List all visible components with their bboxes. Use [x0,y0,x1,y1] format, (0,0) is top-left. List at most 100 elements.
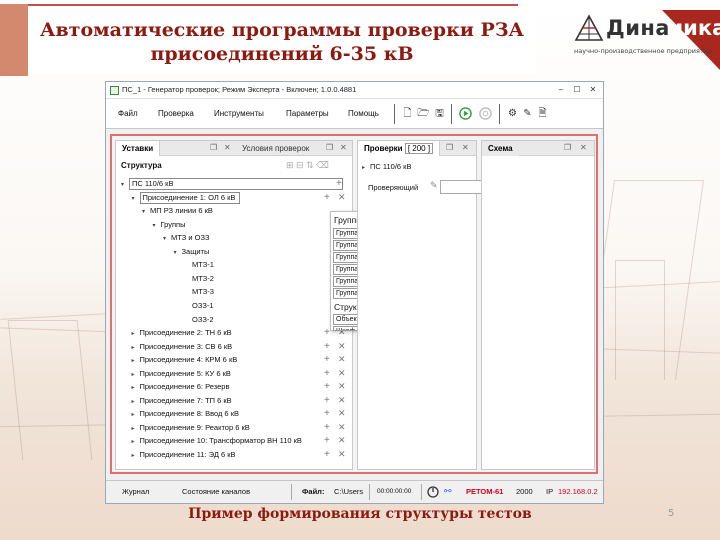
save-icon[interactable]: 🖫 [433,107,446,120]
tree-node[interactable]: ▸ Присоединение 9: Реактор 6 кВ [132,421,250,434]
tree-node-label: Присоединение 5: КУ 6 кВ [139,368,231,378]
new-file-icon[interactable]: 🗋 [401,107,414,120]
expand-arrow-icon[interactable]: ▾ [121,179,129,192]
tree-node[interactable]: ▾ МП РЗ линии 6 кВ [142,204,213,217]
add-node-icon[interactable]: + [324,367,330,380]
remove-node-icon[interactable]: ✕ [338,421,346,434]
edit-icon[interactable]: ✎ [521,107,534,120]
menu-parameters[interactable]: Параметры [286,109,329,118]
tree-node[interactable]: ▸ Присоединение 2: ТН 6 кВ [132,326,232,339]
tree-node[interactable]: ▾ МТЗ и ОЗЗ [163,231,210,244]
status-separator [291,484,292,500]
close-button[interactable]: ✕ [586,84,600,96]
tree-node[interactable]: МТЗ-3 [184,285,214,298]
tree-node-label: Присоединение 4: КРМ 6 кВ [139,355,238,365]
tree-node-label: Присоединение 3: СВ 6 кВ [139,341,233,351]
add-node-icon[interactable]: + [336,177,342,190]
tree-node[interactable]: МТЗ-2 [184,272,214,285]
tab-schema[interactable]: Схема [482,141,519,156]
expand-arrow-icon[interactable]: ▾ [142,206,150,219]
tree-node[interactable]: ОЗЗ-2 [184,313,214,326]
remove-node-icon[interactable]: ✕ [338,367,346,380]
menu-tools[interactable]: Инструменты [214,109,264,118]
menu-help[interactable]: Помощь [348,109,379,118]
tree-node[interactable]: ▾ Присоединение 1: ОЛ 6 кВ [132,191,240,204]
float-pane-icon[interactable]: ❐ [564,143,571,152]
app-window: ПС_1 - Генератор проверок; Режим Эксперт… [105,81,604,504]
close-tab-icon[interactable]: ✕ [340,143,347,152]
expand-arrow-icon[interactable]: ▾ [163,233,171,246]
tree-node[interactable]: ▸ Присоединение 5: КУ 6 кВ [132,367,231,380]
remove-node-icon[interactable]: ✕ [338,340,346,353]
remove-node-icon[interactable]: ✕ [338,353,346,366]
float-pane-icon[interactable]: ❐ [446,143,453,152]
tree-node-label: ОЗЗ-1 [192,300,214,310]
remove-node-icon[interactable]: ✕ [338,407,346,420]
remove-node-icon[interactable]: ✕ [338,191,346,204]
add-node-icon[interactable]: + [324,340,330,353]
close-tab-icon[interactable]: ✕ [462,143,469,152]
power-pylon-decoration [615,260,665,380]
power-icon[interactable] [427,486,439,498]
run-icon[interactable] [459,107,472,120]
checker-label: Проверяющий [368,183,419,192]
minimize-button[interactable]: – [554,84,568,96]
add-node-icon[interactable]: + [324,394,330,407]
channels-status-button[interactable]: Состояние каналов [182,487,250,496]
tree-node-label: Присоединение 6: Резерв [139,382,230,392]
tree-node-label: Присоединение 1: ОЛ 6 кВ [139,191,240,204]
expand-arrow-icon[interactable]: ▾ [132,193,140,206]
tree-node[interactable]: ▸ Присоединение 3: СВ 6 кВ [132,340,233,353]
tree-node-label: ПС 110/6 кВ [129,178,343,190]
close-tab-icon[interactable]: ✕ [580,143,587,152]
tree-node[interactable]: ▾ Группы [153,218,186,231]
tree-node[interactable]: ▸ Присоединение 8: Ввод 6 кВ [132,407,239,420]
open-folder-icon[interactable]: 🗁 [417,107,430,120]
checks-root[interactable]: ▸ ПС 110/6 кВ [362,160,411,173]
add-node-icon[interactable]: + [324,421,330,434]
remove-node-icon[interactable]: ✕ [338,448,346,461]
add-node-icon[interactable]: + [324,326,330,339]
stop-icon[interactable] [479,107,492,120]
expand-arrow-icon[interactable]: ▾ [174,247,182,260]
tree-node[interactable]: ▾ Защиты [174,245,210,258]
tree-node[interactable]: ОЗЗ-1 [184,299,214,312]
tree-node[interactable]: ▸ Присоединение 11: ЭД 6 кВ [132,448,236,461]
expand-arrow-icon[interactable]: ▾ [153,220,161,233]
add-node-icon[interactable]: + [324,380,330,393]
tree-node[interactable]: МТЗ-1 [184,258,214,271]
tree-node[interactable]: ▸ Присоединение 4: КРМ 6 кВ [132,353,238,366]
power-pylon-decoration [7,320,93,460]
menu-check[interactable]: Проверка [158,109,194,118]
add-node-icon[interactable]: + [324,407,330,420]
menu-file[interactable]: Файл [118,109,138,118]
remove-node-icon[interactable]: ✕ [338,394,346,407]
tree-node[interactable]: ▾ ПС 110/6 кВ [121,177,343,190]
add-node-icon[interactable]: + [324,353,330,366]
maximize-button[interactable]: ☐ [570,84,584,96]
float-pane-icon[interactable]: ❐ [326,143,333,152]
close-tab-icon[interactable]: ✕ [224,143,231,152]
slide-title: Автоматические программы проверки РЗА пр… [28,8,536,74]
journal-button[interactable]: Журнал [122,487,149,496]
add-node-icon[interactable]: + [324,448,330,461]
settings-icon[interactable]: ⚙ [506,107,519,120]
tree-node-label: Присоединение 9: Реактор 6 кВ [139,422,250,432]
tab-settings[interactable]: Уставки [116,141,161,156]
expand-arrow-icon[interactable]: ▸ [132,450,140,463]
remove-node-icon[interactable]: ✕ [338,434,346,447]
tree-node[interactable]: ▸ Присоединение 10: Трансформатор ВН 110 … [132,434,302,447]
settings-pane: Уставки Условия проверок ❐ ✕ ❐ ✕ Структу… [115,140,353,470]
expand-arrow-icon[interactable]: ▸ [362,162,370,175]
add-node-icon[interactable]: + [324,434,330,447]
edit-pencil-icon[interactable]: ✎ [430,180,438,191]
tab-checks[interactable]: Проверки [ 200 ] [358,141,441,156]
float-pane-icon[interactable]: ❐ [210,143,217,152]
remove-node-icon[interactable]: ✕ [338,380,346,393]
title-top-line [28,4,518,6]
tree-node[interactable]: ▸ Присоединение 6: Резерв [132,380,230,393]
tab-check-conditions[interactable]: Условия проверок [236,141,315,156]
add-node-icon[interactable]: + [324,191,330,204]
document-icon[interactable]: 🗎 [536,107,549,120]
tree-node[interactable]: ▸ Присоединение 7: ТП 6 кВ [132,394,232,407]
